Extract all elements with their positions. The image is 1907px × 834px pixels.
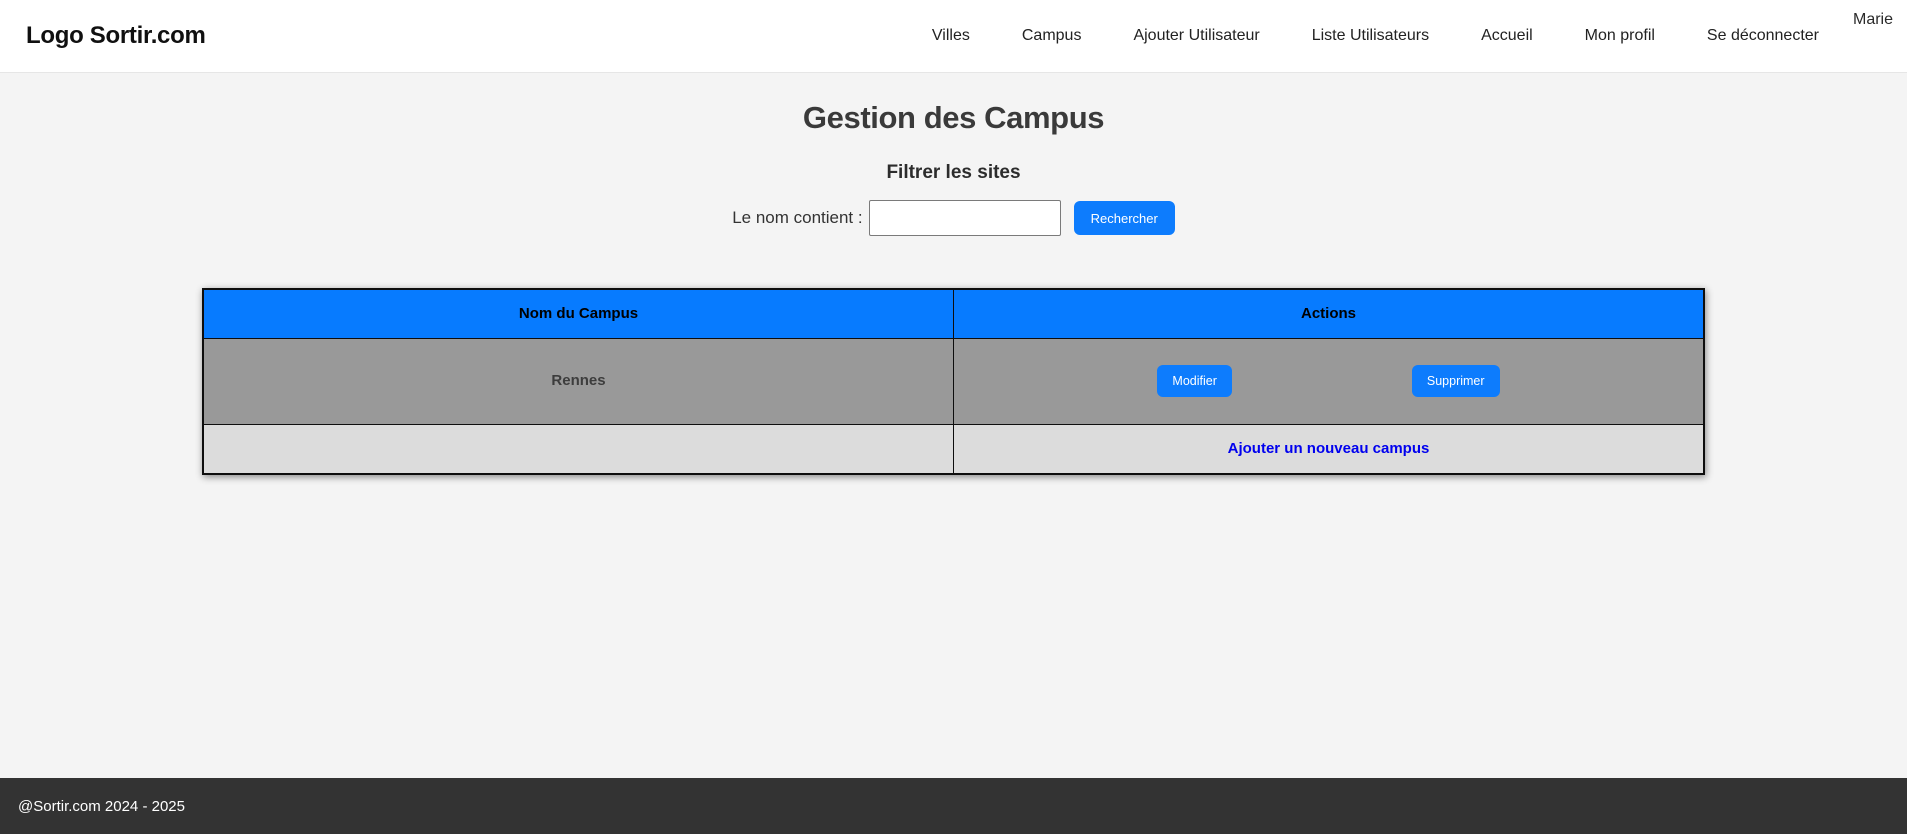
campus-name: Rennes xyxy=(551,372,606,389)
nav-item-se-deconnecter[interactable]: Se déconnecter xyxy=(1707,27,1819,45)
add-campus-cell: Ajouter un nouveau campus xyxy=(953,423,1705,475)
column-header-actions: Actions xyxy=(953,288,1705,339)
main-nav: Villes Campus Ajouter Utilisateur Liste … xyxy=(932,27,1819,45)
actions-group: Modifier Supprimer xyxy=(954,365,1703,397)
page-title: Gestion des Campus xyxy=(802,100,1105,135)
table-row: Rennes Modifier Supprimer xyxy=(202,337,1705,425)
table-footer-row: Ajouter un nouveau campus xyxy=(202,423,1705,475)
copyright-text: @Sortir.com 2024 - 2025 xyxy=(18,797,185,815)
page-footer: @Sortir.com 2024 - 2025 xyxy=(0,778,1907,834)
add-campus-link[interactable]: Ajouter un nouveau campus xyxy=(1228,440,1430,457)
logged-in-username: Marie xyxy=(1852,11,1893,28)
empty-footer-cell xyxy=(202,423,954,475)
brand-logo[interactable]: Logo Sortir.com xyxy=(26,22,206,50)
main-content: Gestion des Campus Filtrer les sites Le … xyxy=(0,100,1907,475)
filter-heading: Filtrer les sites xyxy=(886,162,1021,183)
delete-button[interactable]: Supprimer xyxy=(1411,365,1500,397)
nav-item-villes[interactable]: Villes xyxy=(932,27,970,45)
actions-cell: Modifier Supprimer xyxy=(953,337,1705,425)
campus-table: Nom du Campus Actions Rennes Modifier Su… xyxy=(202,288,1705,475)
modify-button[interactable]: Modifier xyxy=(1157,365,1232,397)
nav-item-accueil[interactable]: Accueil xyxy=(1481,27,1533,45)
filter-form: Le nom contient : Rechercher xyxy=(0,200,1907,236)
campus-name-cell: Rennes xyxy=(202,337,954,425)
table-header-row: Nom du Campus Actions xyxy=(202,288,1705,339)
nav-item-campus[interactable]: Campus xyxy=(1022,27,1082,45)
nav-item-liste-utilisateurs[interactable]: Liste Utilisateurs xyxy=(1312,27,1429,45)
navbar: Logo Sortir.com Villes Campus Ajouter Ut… xyxy=(0,0,1907,73)
name-filter-input[interactable] xyxy=(868,200,1061,236)
nav-item-ajouter-utilisateur[interactable]: Ajouter Utilisateur xyxy=(1133,27,1259,45)
column-header-campus-name: Nom du Campus xyxy=(202,288,954,339)
nav-item-mon-profil[interactable]: Mon profil xyxy=(1585,27,1655,45)
filter-label: Le nom contient : xyxy=(732,208,863,227)
search-button[interactable]: Rechercher xyxy=(1073,201,1175,235)
